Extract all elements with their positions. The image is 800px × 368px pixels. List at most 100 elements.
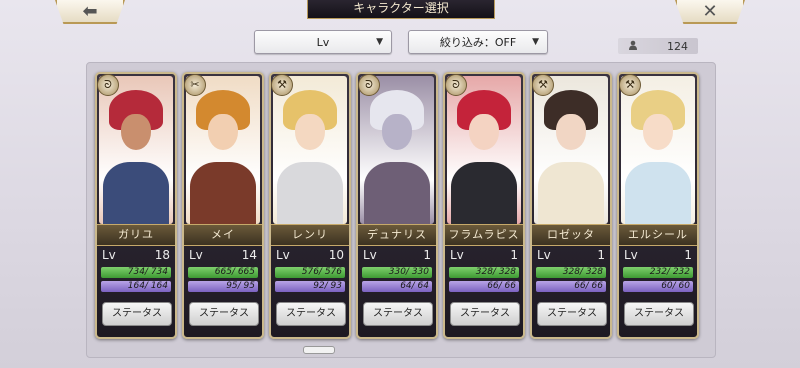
level-value: 1: [597, 248, 605, 262]
mp-bar: 164/ 164: [101, 281, 171, 292]
portrait-face: [121, 114, 151, 150]
close-button[interactable]: ✕: [675, 0, 745, 24]
scroll-indicator[interactable]: [303, 346, 335, 354]
character-card[interactable]: ᘐ ガリユ Lv 18 734/ 734 164/ 164 ステータス: [95, 72, 177, 339]
level-label: Lv: [363, 248, 377, 262]
hp-value: 328/ 328: [562, 267, 603, 277]
mp-value: 66/ 66: [574, 281, 603, 291]
mp-bar: 66/ 66: [536, 281, 606, 292]
portrait-body: [538, 162, 604, 224]
character-count: 124: [618, 38, 698, 54]
level-label: Lv: [450, 248, 464, 262]
hp-value: 665/ 665: [214, 267, 255, 277]
hp-bar: 328/ 328: [449, 267, 519, 278]
page-title: キャラクター選択: [307, 0, 495, 19]
mp-value: 95/ 95: [226, 281, 255, 291]
status-button[interactable]: ステータス: [450, 302, 520, 326]
status-button[interactable]: ステータス: [537, 302, 607, 326]
character-card[interactable]: ⚒ ロゼッタ Lv 1 328/ 328 66/ 66 ステータス: [530, 72, 612, 339]
character-card[interactable]: ᘐ デュナリス Lv 1 330/ 330 64/ 64 ステータス: [356, 72, 438, 339]
character-portrait[interactable]: [186, 76, 260, 224]
level-row: Lv 1: [450, 248, 518, 262]
chevron-down-icon: ▼: [532, 37, 539, 47]
status-button[interactable]: ステータス: [102, 302, 172, 326]
character-card[interactable]: ✂ メイ Lv 14 665/ 665 95/ 95 ステータス: [182, 72, 264, 339]
character-name: エルシール: [619, 224, 697, 246]
character-portrait[interactable]: [273, 76, 347, 224]
level-row: Lv 1: [363, 248, 431, 262]
hp-bar: 576/ 576: [275, 267, 345, 278]
close-icon: ✕: [702, 0, 718, 22]
hp-bar: 232/ 232: [623, 267, 693, 278]
portrait-body: [190, 162, 256, 224]
level-row: Lv 10: [276, 248, 344, 262]
status-button[interactable]: ステータス: [363, 302, 433, 326]
level-value: 10: [328, 248, 344, 262]
level-label: Lv: [102, 248, 116, 262]
level-value: 18: [154, 248, 170, 262]
level-value: 14: [241, 248, 257, 262]
character-count-value: 124: [667, 39, 688, 53]
portrait-face: [643, 114, 673, 150]
character-name: メイ: [184, 224, 262, 246]
portrait-body: [625, 162, 691, 224]
hp-value: 734/ 734: [127, 267, 168, 277]
back-button[interactable]: ⬅: [55, 0, 125, 24]
hp-value: 330/ 330: [388, 267, 429, 277]
sort-dropdown-label: Lv: [316, 35, 330, 49]
filter-dropdown[interactable]: 絞り込み：OFF ▼: [408, 30, 548, 54]
character-name: ロゼッタ: [532, 224, 610, 246]
mp-value: 164/ 164: [127, 281, 168, 291]
portrait-body: [103, 162, 169, 224]
mp-value: 60/ 60: [661, 281, 690, 291]
level-label: Lv: [276, 248, 290, 262]
class-type-icon: ᘐ: [358, 74, 380, 96]
level-value: 1: [510, 248, 518, 262]
portrait-face: [382, 114, 412, 150]
hp-bar: 328/ 328: [536, 267, 606, 278]
hp-bar: 734/ 734: [101, 267, 171, 278]
hp-bar: 330/ 330: [362, 267, 432, 278]
hp-bar: 665/ 665: [188, 267, 258, 278]
mp-bar: 92/ 93: [275, 281, 345, 292]
level-row: Lv 14: [189, 248, 257, 262]
portrait-body: [364, 162, 430, 224]
character-portrait[interactable]: [360, 76, 434, 224]
character-card[interactable]: ᘐ フラムラピス Lv 1 328/ 328 66/ 66 ステータス: [443, 72, 525, 339]
sort-dropdown[interactable]: Lv ▼: [254, 30, 392, 54]
hp-value: 576/ 576: [301, 267, 342, 277]
portrait-face: [295, 114, 325, 150]
mp-bar: 66/ 66: [449, 281, 519, 292]
hp-value: 232/ 232: [649, 267, 690, 277]
mp-value: 64/ 64: [400, 281, 429, 291]
character-card[interactable]: ⚒ レンリ Lv 10 576/ 576 92/ 93 ステータス: [269, 72, 351, 339]
character-name: デュナリス: [358, 224, 436, 246]
level-row: Lv 1: [537, 248, 605, 262]
status-button[interactable]: ステータス: [276, 302, 346, 326]
level-row: Lv 1: [624, 248, 692, 262]
character-name: フラムラピス: [445, 224, 523, 246]
level-label: Lv: [624, 248, 638, 262]
character-portrait[interactable]: [447, 76, 521, 224]
mp-bar: 60/ 60: [623, 281, 693, 292]
level-value: 1: [423, 248, 431, 262]
character-name: ガリユ: [97, 224, 175, 246]
portrait-body: [451, 162, 517, 224]
class-type-icon: ⚒: [271, 74, 293, 96]
portrait-face: [469, 114, 499, 150]
character-card[interactable]: ⚒ エルシール Lv 1 232/ 232 60/ 60 ステータス: [617, 72, 699, 339]
hp-value: 328/ 328: [475, 267, 516, 277]
chevron-down-icon: ▼: [376, 37, 383, 47]
person-icon: [628, 40, 638, 53]
back-arrow-icon: ⬅: [82, 0, 98, 22]
mp-bar: 95/ 95: [188, 281, 258, 292]
character-portrait[interactable]: [99, 76, 173, 224]
character-portrait[interactable]: [534, 76, 608, 224]
mp-bar: 64/ 64: [362, 281, 432, 292]
character-portrait[interactable]: [621, 76, 695, 224]
status-button[interactable]: ステータス: [189, 302, 259, 326]
level-label: Lv: [189, 248, 203, 262]
status-button[interactable]: ステータス: [624, 302, 694, 326]
class-type-icon: ᘐ: [97, 74, 119, 96]
filter-dropdown-label: 絞り込み：OFF: [439, 36, 517, 49]
